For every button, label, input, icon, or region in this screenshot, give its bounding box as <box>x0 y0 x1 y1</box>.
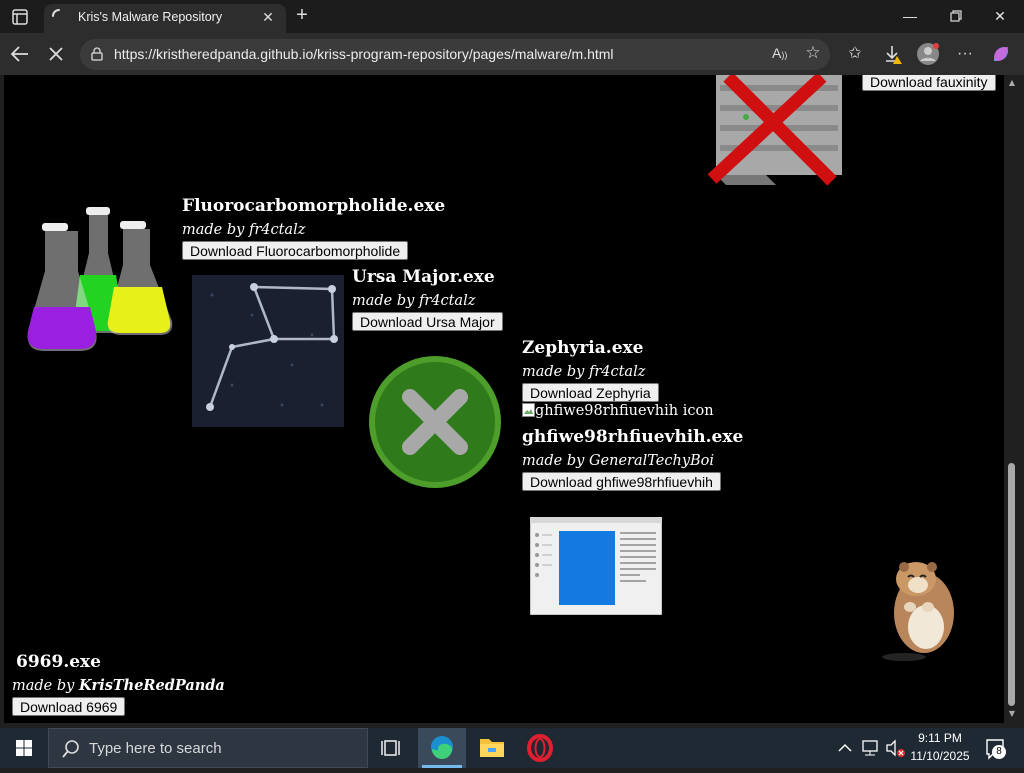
entry-title: 6969.exe <box>16 652 101 672</box>
entry-title: ghfiwe98rhfiuevhih.exe <box>522 427 744 447</box>
author-prefix: made by <box>12 678 75 694</box>
scroll-down-arrow-icon[interactable]: ▼ <box>1007 709 1017 719</box>
green-x-circle-icon <box>362 349 508 495</box>
author-name: fr4ctalz <box>418 293 476 309</box>
entry-author: made by fr4ctalz <box>182 222 305 238</box>
download-fluorocarbomorpholide-button[interactable]: Download Fluorocarbomorpholide <box>182 241 409 260</box>
new-tab-icon[interactable]: + <box>290 4 314 28</box>
tray-chevron-up-icon[interactable] <box>830 728 860 768</box>
restore-icon[interactable] <box>942 4 970 28</box>
vertical-scrollbar[interactable]: ▲ ▼ <box>1004 75 1020 723</box>
app-window-icon <box>529 516 663 616</box>
page-viewport: Download fauxinity Fluorocarbomorpholide… <box>4 75 1004 723</box>
tab-bar: Kris's Malware Repository ✕ + — ✕ <box>0 0 1024 33</box>
flasks-icon <box>20 203 178 359</box>
entry-author: made by fr4ctalz <box>352 293 475 309</box>
taskbar: Type here to search 9:11 PM 11/10/2025 8 <box>0 728 1024 768</box>
download-6969-button[interactable]: Download 6969 <box>12 697 126 716</box>
windows-start-icon[interactable] <box>4 728 44 768</box>
download-ursa-major-button[interactable]: Download Ursa Major <box>352 312 503 331</box>
task-view-icon[interactable] <box>368 728 416 768</box>
lock-icon[interactable] <box>90 47 104 61</box>
file-explorer-icon[interactable] <box>468 728 516 768</box>
entry-title: Ursa Major.exe <box>352 267 495 287</box>
network-icon[interactable] <box>858 728 884 768</box>
clock-date[interactable]: 11/10/2025 <box>906 749 974 763</box>
close-window-icon[interactable]: ✕ <box>986 4 1014 28</box>
entry-author: made by KrisTheRedPanda <box>12 677 225 694</box>
author-name: GeneralTechyBoi <box>588 453 715 469</box>
author-prefix: made by <box>522 453 585 469</box>
address-bar[interactable]: https://kristheredpanda.github.io/kriss-… <box>80 39 830 70</box>
loading-spinner-icon <box>52 9 66 23</box>
author-prefix: made by <box>352 293 415 309</box>
scroll-up-arrow-icon[interactable]: ▲ <box>1007 78 1017 88</box>
download-fauxinity-button[interactable]: Download fauxinity <box>862 75 996 91</box>
tab-active[interactable]: Kris's Malware Repository ✕ <box>44 4 286 33</box>
taskbar-search-box[interactable]: Type here to search <box>48 728 368 768</box>
fauxinity-icon <box>706 75 846 187</box>
url-text[interactable]: https://kristheredpanda.github.io/kriss-… <box>114 46 614 62</box>
download-zephyria-button[interactable]: Download Zephyria <box>522 383 659 402</box>
entry-title: Zephyria.exe <box>522 338 644 358</box>
favorites-icon[interactable]: ✩ <box>842 42 868 66</box>
favorite-star-icon[interactable]: ☆ <box>802 43 824 65</box>
broken-image-alt-text: ghfiwe98rhfiuevhih icon <box>535 403 714 419</box>
author-name: KrisTheRedPanda <box>78 677 225 694</box>
notification-count-badge: 8 <box>992 745 1006 759</box>
author-name: fr4ctalz <box>248 222 306 238</box>
author-prefix: made by <box>182 222 245 238</box>
download-ghfiwe98rhfiuevhih-button[interactable]: Download ghfiwe98rhfiuevhih <box>522 472 721 491</box>
read-aloud-icon[interactable]: A)) <box>772 45 792 65</box>
volume-muted-icon[interactable] <box>882 728 908 768</box>
notifications-icon[interactable]: 8 <box>980 728 1010 768</box>
downloads-icon[interactable] <box>880 42 906 66</box>
edge-taskbar-icon[interactable] <box>418 728 466 768</box>
minimize-icon[interactable]: — <box>896 4 924 28</box>
stop-loading-icon[interactable] <box>44 42 68 66</box>
clock-time[interactable]: 9:11 PM <box>906 731 974 745</box>
back-arrow-icon[interactable] <box>8 42 32 66</box>
read-aloud-label: A <box>772 45 782 61</box>
scrollbar-thumb[interactable] <box>1008 463 1015 706</box>
author-prefix: made by <box>522 364 585 380</box>
search-icon <box>62 740 79 758</box>
entry-author: made by GeneralTechyBoi <box>522 453 714 469</box>
author-name: fr4ctalz <box>588 364 646 380</box>
profile-avatar-icon[interactable] <box>915 42 941 66</box>
search-placeholder: Type here to search <box>89 740 222 757</box>
entry-author: made by fr4ctalz <box>522 364 645 380</box>
more-options-icon[interactable]: ··· <box>952 42 978 66</box>
opera-icon[interactable] <box>516 728 564 768</box>
entry-title: Fluorocarbomorpholide.exe <box>182 196 446 216</box>
constellation-icon <box>192 275 344 427</box>
hamster-icon <box>874 553 966 663</box>
broken-image-icon: ghfiwe98rhfiuevhih icon <box>522 403 714 419</box>
navigation-bar: https://kristheredpanda.github.io/kriss-… <box>0 33 1024 75</box>
tab-title: Kris's Malware Repository <box>78 10 223 24</box>
tab-actions-icon[interactable] <box>8 6 32 28</box>
tab-close-icon[interactable]: ✕ <box>258 7 278 27</box>
copilot-icon[interactable] <box>988 42 1014 66</box>
